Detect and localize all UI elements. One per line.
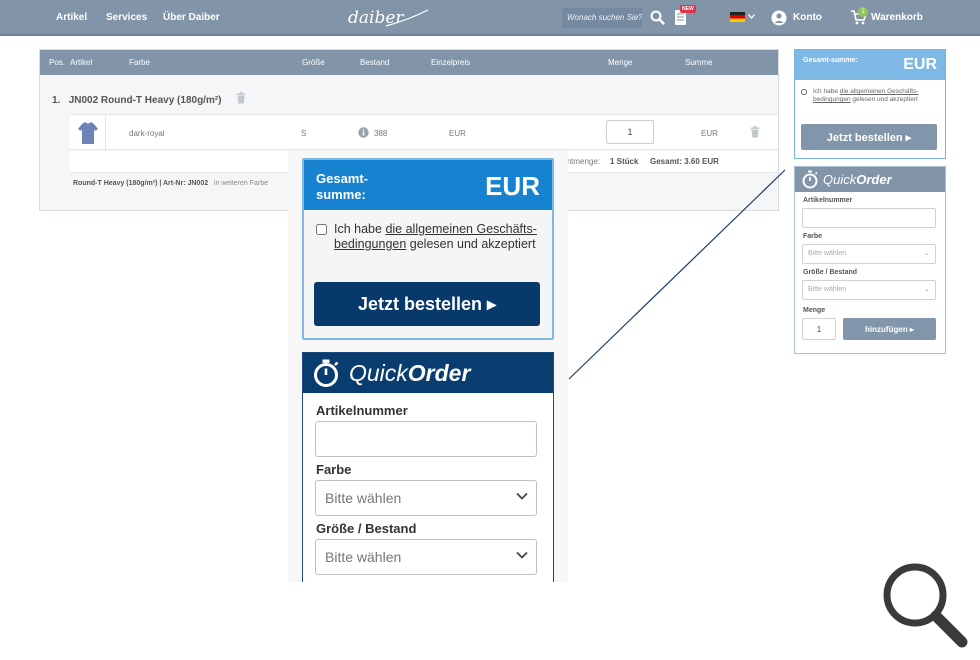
- zoom-article-number-label: Artikelnummer: [316, 403, 408, 418]
- zoom-terms-prefix: Ich habe: [334, 222, 386, 236]
- zoom-size-stock-label: Größe / Bestand: [316, 521, 417, 536]
- zoom-order-summary-box: Gesamt-summe: EUR Ich habe die allgemein…: [302, 158, 554, 340]
- zoom-stopwatch-icon: [314, 359, 339, 387]
- magnifier-icon: [883, 563, 968, 648]
- zoom-quickorder-title-bold: Order: [407, 360, 471, 386]
- zoom-terms-checkbox[interactable]: [316, 224, 327, 235]
- zoom-terms-text: Ich habe die allgemeinen Geschäfts-bedin…: [334, 222, 544, 252]
- zoom-total-label: Gesamt-summe:: [316, 171, 369, 202]
- zoom-total-value: EUR: [485, 171, 540, 201]
- zoom-color-label: Farbe: [316, 462, 352, 477]
- zoom-size-select-value: Bitte wählen: [325, 549, 402, 565]
- zoom-quickorder-title-light: Quick: [349, 360, 408, 386]
- zoom-quickorder-title: QuickOrder: [349, 360, 470, 387]
- chevron-down-icon: [516, 492, 528, 500]
- zoom-color-select[interactable]: Bitte wählen: [315, 480, 537, 516]
- zoom-quickorder-box: QuickOrder Artikelnummer Farbe Bitte wäh…: [302, 352, 554, 582]
- chevron-down-icon: [516, 551, 528, 559]
- zoom-callout: Gesamt-summe: EUR Ich habe die allgemein…: [288, 150, 568, 582]
- zoom-color-select-value: Bitte wählen: [325, 490, 402, 506]
- zoom-order-summary-header: Gesamt-summe: EUR: [304, 160, 552, 210]
- zoom-article-number-input[interactable]: [315, 421, 537, 457]
- zoom-size-select[interactable]: Bitte wählen: [315, 539, 537, 575]
- zoom-place-order-button[interactable]: Jetzt bestellen ▸: [314, 282, 540, 326]
- zoom-quickorder-header: QuickOrder: [303, 353, 553, 393]
- zoom-terms-suffix: gelesen und akzeptiert: [406, 237, 536, 251]
